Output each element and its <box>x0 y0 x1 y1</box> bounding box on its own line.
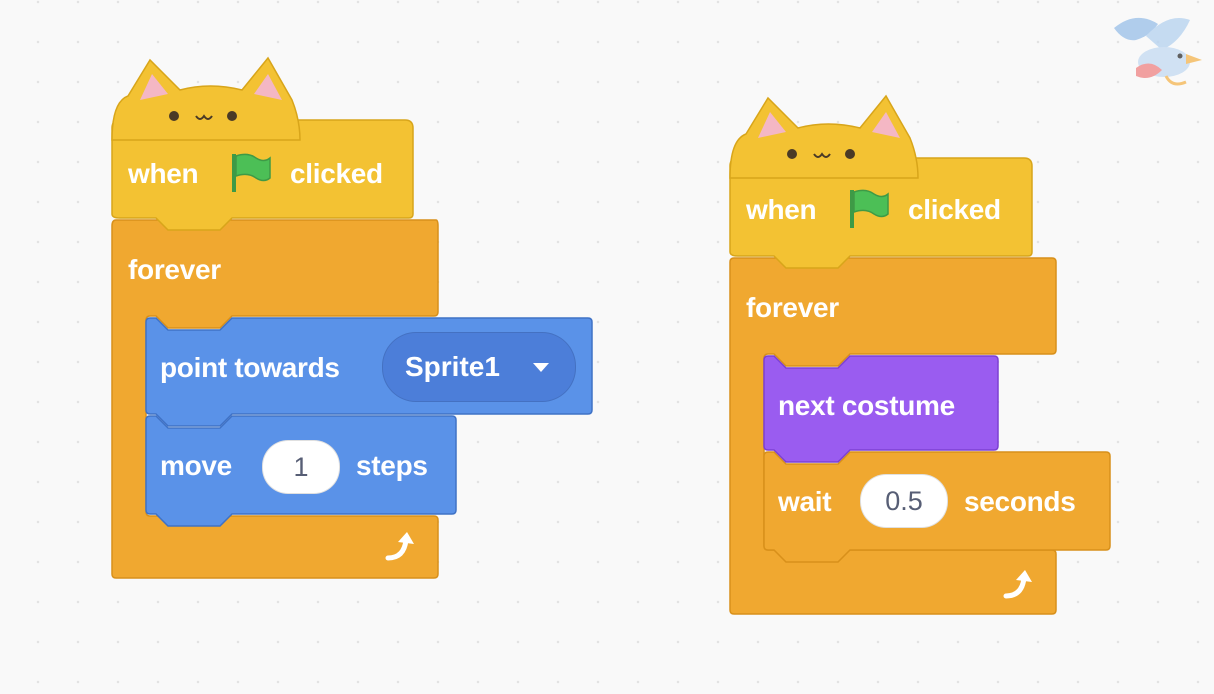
next-costume-label: next costume <box>778 390 955 421</box>
cat-face-icon <box>784 142 864 164</box>
seconds-label: seconds <box>964 486 1076 517</box>
script-right: when clicked forever next costume wait 0… <box>0 0 1214 640</box>
green-flag-icon[interactable] <box>846 186 890 230</box>
clicked-label: clicked <box>908 194 1001 225</box>
bird-mascot-icon <box>1106 6 1206 92</box>
loop-arrow-icon <box>1000 566 1036 602</box>
forever-label: forever <box>746 292 839 323</box>
wait-label: wait <box>778 486 832 517</box>
code-workspace[interactable]: when clicked forever point towards Sprit… <box>0 0 1214 694</box>
seconds-input[interactable]: 0.5 <box>860 474 948 528</box>
when-label: when <box>746 194 817 225</box>
cat-ears-icon <box>729 94 919 179</box>
script-right-shapes <box>729 94 1111 615</box>
